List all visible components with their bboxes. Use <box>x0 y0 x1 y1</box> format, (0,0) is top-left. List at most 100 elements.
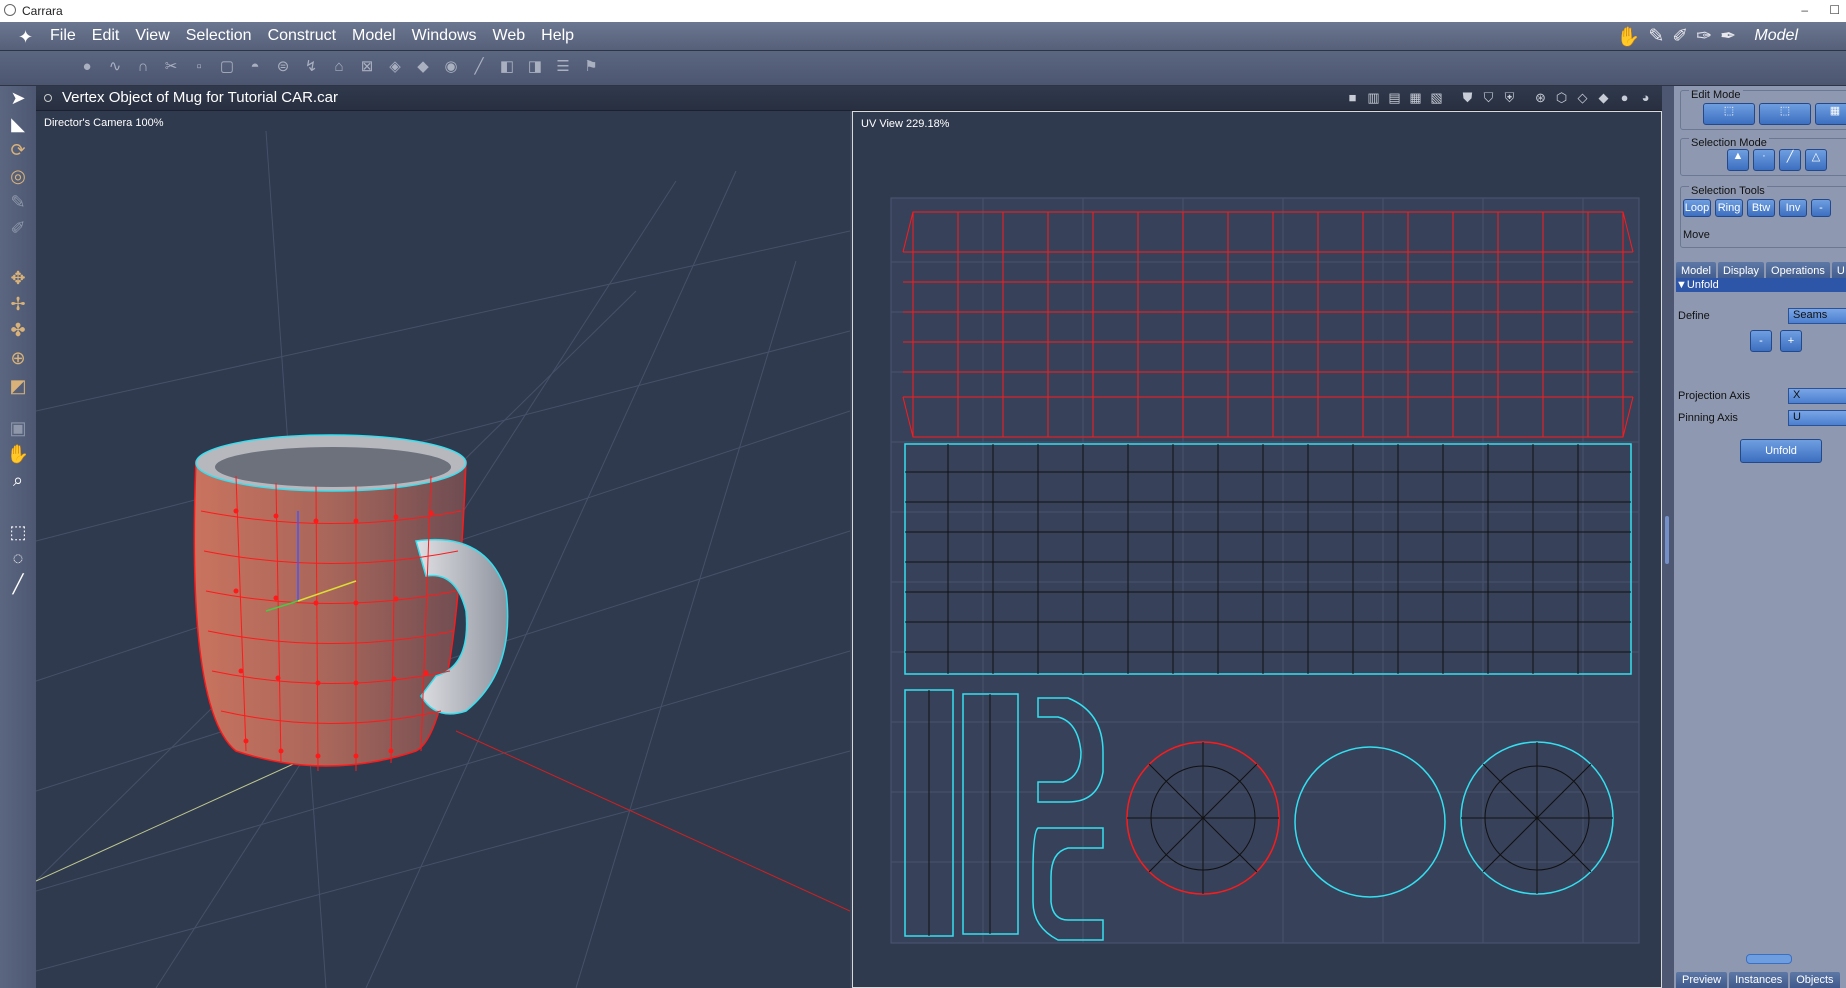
3d-viewport[interactable]: Director's Camera 100% <box>36 111 850 988</box>
invert-button[interactable]: Inv <box>1779 199 1807 217</box>
assemble-room-icon[interactable]: ✋ <box>1617 25 1641 49</box>
menu-selection[interactable]: Selection <box>186 27 252 45</box>
paint-icon[interactable]: ✐ <box>6 216 30 240</box>
menu-windows[interactable]: Windows <box>412 27 477 45</box>
magnet-icon[interactable]: ∩ <box>132 57 154 77</box>
rotate-icon[interactable]: ⟳ <box>6 138 30 162</box>
minimize-button[interactable]: – <box>1801 3 1808 17</box>
single-view-icon[interactable]: ■ <box>1344 89 1361 106</box>
carrara-logo-icon[interactable]: ✦ <box>18 27 33 48</box>
ring-button[interactable]: Ring <box>1715 199 1743 217</box>
lasso-icon[interactable]: ◌ <box>6 546 30 570</box>
pinning-axis-select[interactable]: U <box>1788 410 1846 426</box>
unfold-section-header[interactable]: ▼Unfold <box>1676 278 1846 292</box>
marquee-select-icon[interactable]: ⬚ <box>6 520 30 544</box>
texture-map-icon[interactable]: ◩ <box>6 374 30 398</box>
panel-resize-handle[interactable] <box>1746 954 1792 964</box>
maximize-button[interactable]: ☐ <box>1829 3 1840 17</box>
move-plane-icon[interactable]: ✢ <box>6 292 30 316</box>
twist-icon[interactable]: ◎ <box>6 164 30 188</box>
select-by-face-icon[interactable]: △ <box>1805 149 1827 171</box>
pan-hand-icon[interactable]: ✋ <box>6 442 30 466</box>
deform-icon[interactable]: ⚑ <box>580 57 602 77</box>
bevel-icon[interactable]: ◈ <box>384 57 406 77</box>
uv-layout[interactable] <box>853 112 1661 987</box>
menu-construct[interactable]: Construct <box>268 27 336 45</box>
scissors-icon[interactable]: ✂ <box>160 57 182 77</box>
define-select[interactable]: Seams <box>1788 308 1846 324</box>
loft-icon[interactable]: ◨ <box>524 57 546 77</box>
spline-icon[interactable]: ∿ <box>104 57 126 77</box>
sphere-primitive-icon[interactable]: ● <box>76 57 98 77</box>
select-by-vertex-icon[interactable]: ▲ <box>1727 149 1749 171</box>
select-by-point-icon[interactable]: · <box>1753 149 1775 171</box>
plus-button[interactable]: + <box>1780 330 1802 352</box>
minus-button[interactable]: - <box>1750 330 1772 352</box>
shaded-sphere-icon[interactable]: ● <box>1616 89 1633 106</box>
scale-icon[interactable]: ✤ <box>6 318 30 342</box>
panel-splitter[interactable] <box>1662 86 1672 988</box>
menu-web[interactable]: Web <box>493 27 526 45</box>
storyboard-room-icon[interactable]: ✐ <box>1672 25 1688 49</box>
uv-view-label: UV View 229.18% <box>861 118 950 130</box>
menu-help[interactable]: Help <box>541 27 574 45</box>
three-views-icon[interactable]: ▤ <box>1386 89 1403 106</box>
brush-select-icon[interactable]: ╱ <box>6 572 30 596</box>
texture-room-icon[interactable]: ✑ <box>1696 25 1712 49</box>
universal-manipulator-icon[interactable]: ⊕ <box>6 346 30 370</box>
tab-preview[interactable]: Preview <box>1676 972 1728 988</box>
loop-button[interactable]: Loop <box>1683 199 1711 217</box>
wireframe-cube-icon[interactable]: ◇ <box>1574 89 1591 106</box>
menu-file[interactable]: File <box>50 27 76 45</box>
shield-wire-icon[interactable]: ⛉ <box>1480 89 1497 106</box>
3d-scene[interactable] <box>36 111 850 988</box>
vertex-select-icon[interactable]: ◣ <box>6 112 30 136</box>
uv-view[interactable]: UV View 229.18% <box>852 111 1662 988</box>
shield-shade-icon[interactable]: ⛨ <box>1501 89 1518 106</box>
selection-mode-group: Selection Mode ▲ · ╱ △ <box>1680 137 1846 176</box>
select-by-edge-icon[interactable]: ╱ <box>1779 149 1801 171</box>
knife-icon[interactable]: ╱ <box>468 57 490 77</box>
menu-view[interactable]: View <box>135 27 169 45</box>
bridge-icon[interactable]: ☰ <box>552 57 574 77</box>
shell-icon[interactable]: ◆ <box>412 57 434 77</box>
between-button[interactable]: Btw <box>1747 199 1775 217</box>
bounding-box-icon[interactable]: ⬡ <box>1553 89 1570 106</box>
projection-axis-select[interactable]: X <box>1788 388 1846 404</box>
tab-objects[interactable]: Objects <box>1790 972 1840 988</box>
splitter-grip[interactable] <box>1665 516 1669 564</box>
select-arrow-icon[interactable]: ➤ <box>6 86 30 110</box>
zoom-icon[interactable]: ⌕ <box>6 468 30 492</box>
cube-icon[interactable]: ⊠ <box>356 57 378 77</box>
textured-sphere-icon[interactable]: ◕ <box>1637 89 1654 106</box>
box-select-icon[interactable]: ▢ <box>216 57 238 77</box>
unfold-button[interactable]: Unfold <box>1740 439 1822 463</box>
menu-edit[interactable]: Edit <box>92 27 120 45</box>
shield-view-icon[interactable]: ⛊ <box>1459 89 1476 106</box>
camera-icon[interactable]: ▣ <box>6 416 30 440</box>
bend-icon[interactable]: ↯ <box>300 57 322 77</box>
custom-views-icon[interactable]: ▧ <box>1428 89 1445 106</box>
gizmo-icon[interactable]: ⊛ <box>1532 89 1549 106</box>
extrude-icon[interactable]: ⊜ <box>272 57 294 77</box>
solid-cube-icon[interactable]: ◆ <box>1595 89 1612 106</box>
lathe-icon[interactable]: ⌂ <box>328 57 350 77</box>
point-icon[interactable]: ▫ <box>188 57 210 77</box>
bottom-tabs: Preview Instances Objects <box>1676 972 1840 988</box>
vertex-mode-button[interactable]: ⬚ <box>1703 103 1755 125</box>
sweep-icon[interactable]: ◧ <box>496 57 518 77</box>
title-bar: Carrara – ☐ <box>0 0 1846 22</box>
smooth-icon[interactable]: ◉ <box>440 57 462 77</box>
move-icon[interactable]: ✥ <box>6 266 30 290</box>
menu-model[interactable]: Model <box>352 27 396 45</box>
half-sphere-icon[interactable]: ◓ <box>244 57 266 77</box>
four-views-icon[interactable]: ▦ <box>1407 89 1424 106</box>
more-tools-button[interactable]: - <box>1811 199 1831 217</box>
uv-mode-button[interactable]: ▦ <box>1815 103 1846 125</box>
tab-instances[interactable]: Instances <box>1729 972 1789 988</box>
two-views-icon[interactable]: ▥ <box>1365 89 1382 106</box>
polygon-mode-button[interactable]: ⬚ <box>1759 103 1811 125</box>
model-room-icon[interactable]: ✎ <box>1648 25 1664 49</box>
pen-icon[interactable]: ✎ <box>6 190 30 214</box>
render-room-icon[interactable]: ✒ <box>1720 25 1736 49</box>
